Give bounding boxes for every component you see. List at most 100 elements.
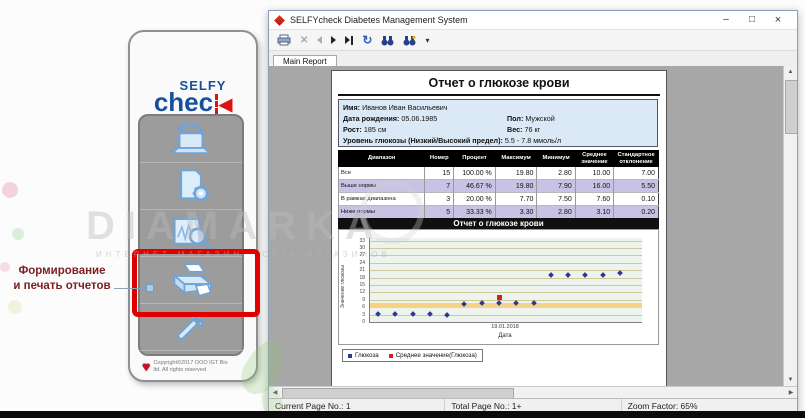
next-page-icon: [331, 36, 336, 44]
sidebar-button-import-data[interactable]: [140, 116, 242, 163]
gridline: [370, 285, 642, 286]
stat-value-cell: 16.00: [575, 180, 613, 193]
stat-value-cell: 2.80: [537, 206, 575, 219]
copyright-text: Copyright©2017 OOO IGT Bioltd. All right…: [153, 360, 227, 374]
cancel-button[interactable]: ✕: [300, 33, 308, 47]
legend-item-mean: Среднее значение(Глюкоза): [389, 352, 477, 359]
stat-value-cell: 0.20: [614, 206, 659, 219]
patient-dob: Дата рождения: 05.06.1985: [343, 114, 437, 123]
scroll-up-icon[interactable]: ▲: [784, 66, 797, 79]
zoom-dropdown[interactable]: ▾: [425, 33, 429, 47]
legend-item-glucose: Глюкоза: [348, 352, 379, 359]
data-point-glucose: [444, 312, 450, 318]
window-title: SELFYcheck Diabetes Management System: [290, 15, 713, 25]
chart-x-label: Дата: [369, 333, 641, 339]
stat-value-cell: 3.10: [575, 206, 613, 219]
tools-icon: [164, 308, 218, 346]
stat-value-cell: 2.80: [537, 167, 575, 180]
gridline: [370, 248, 642, 249]
close-button[interactable]: ×: [765, 14, 791, 26]
patient-info-box: Имя: Иванов Иван Васильевич Дата рождени…: [338, 99, 658, 147]
next-page-button[interactable]: [331, 33, 336, 47]
bottom-black-strip: [0, 411, 805, 418]
range-label-cell: В рамках диапазона: [339, 193, 425, 206]
column-header: Номер: [425, 151, 454, 167]
gridline: [370, 263, 642, 264]
logo-red-arrow-icon: ◀: [219, 95, 232, 114]
data-point-glucose: [375, 311, 381, 317]
title-bar: SELFYcheck Diabetes Management System – …: [269, 11, 797, 30]
patient-weight: Вес: 76 кг: [507, 125, 540, 134]
y-tick-label: 27: [359, 252, 365, 258]
y-tick-label: 30: [359, 245, 365, 251]
stat-value-cell: 33.33 %: [454, 206, 496, 219]
goto-page-button[interactable]: ↻: [362, 33, 372, 47]
table-header-row: ДиапазонНомерПроцентМаксимумМинимумСредн…: [339, 151, 659, 167]
patient-name: Имя: Иванов Иван Васильевич: [343, 103, 448, 112]
column-header: Среднее значение: [575, 151, 613, 167]
logo-check-text: chec◀: [154, 87, 232, 117]
print-button[interactable]: [277, 33, 291, 47]
sidebar-button-view-data[interactable]: [140, 210, 242, 257]
y-tick-label: 0: [362, 319, 365, 325]
column-header: Минимум: [537, 151, 575, 167]
chart-legend: Глюкоза Среднее значение(Глюкоза): [342, 349, 483, 362]
stat-value-cell: 19.80: [495, 180, 537, 193]
stat-value-cell: 10.00: [575, 167, 613, 180]
sidebar-button-report-settings[interactable]: [140, 163, 242, 210]
vertical-scroll-thumb[interactable]: [785, 80, 797, 134]
data-point-glucose: [617, 270, 623, 276]
y-tick-label: 24: [359, 260, 365, 266]
vertical-scrollbar[interactable]: ▲ ▼: [783, 66, 797, 387]
prev-page-icon: [317, 36, 322, 44]
stat-value-cell: 7: [425, 180, 454, 193]
last-page-icon: [345, 36, 350, 44]
copyright-block: ♥♥ Copyright©2017 OOO IGT Bioltd. All ri…: [142, 359, 228, 374]
callout-label: Формированиеи печать отчетов: [0, 264, 124, 294]
legend-swatch-glucose: [348, 354, 352, 358]
table-row: Выше нормы746.67 %19.807.9016.005.50: [339, 180, 659, 193]
y-tick-label: 6: [362, 304, 365, 310]
callout-connector-line: [114, 288, 148, 289]
stat-value-cell: 19.80: [495, 167, 537, 180]
data-point-glucose: [392, 311, 398, 317]
stat-value-cell: 100.00 %: [454, 167, 496, 180]
patient-height: Рост: 185 см: [343, 125, 386, 134]
report-page: Отчет о глюкозе крови Имя: Иванов Иван В…: [331, 70, 667, 387]
decor-dot: [12, 228, 24, 240]
y-tick-label: 3: [362, 312, 365, 318]
column-header: Диапазон: [339, 151, 425, 167]
decor-dot: [8, 300, 22, 314]
sidebar-button-print-reports[interactable]: [140, 257, 242, 304]
gridline: [370, 270, 642, 271]
data-point-mean: [497, 295, 502, 300]
patient-sex: Пол: Мужской: [507, 114, 555, 123]
report-settings-icon: [164, 167, 218, 205]
device-button-panel: [138, 114, 244, 356]
prev-page-button[interactable]: [317, 33, 322, 47]
last-page-button[interactable]: [345, 33, 353, 47]
glucose-chart: Значение глюкозы 03691215182124273033 19…: [338, 229, 659, 345]
table-row: Все15100.00 %19.802.8010.007.00: [339, 167, 659, 180]
decor-dot: [2, 182, 18, 198]
table-row: В рамках диапазона320.00 %7.707.507.600.…: [339, 193, 659, 206]
range-label-cell: Все: [339, 167, 425, 180]
app-window: SELFYcheck Diabetes Management System – …: [268, 10, 798, 414]
legend-swatch-mean: [389, 354, 393, 358]
data-point-glucose: [410, 311, 416, 317]
chart-y-axis: 03691215182124273033: [345, 238, 367, 322]
screenshot-root: { "watermark": { "text": "DIAMARKA", "su…: [0, 0, 805, 418]
callout-connector-dot: [146, 284, 154, 292]
report-viewer: Отчет о глюкозе крови Имя: Иванов Иван В…: [269, 66, 797, 387]
zoom-button[interactable]: [403, 33, 416, 47]
y-tick-label: 21: [359, 267, 365, 273]
maximize-button[interactable]: □: [739, 14, 765, 26]
stat-value-cell: 46.67 %: [454, 180, 496, 193]
search-button[interactable]: [381, 33, 394, 47]
app-icon: [274, 15, 285, 26]
chart-title-bar: Отчет о глюкозе крови: [338, 218, 659, 229]
sidebar-button-tools[interactable]: [140, 304, 242, 351]
stat-value-cell: 15: [425, 167, 454, 180]
window-controls: – □ ×: [713, 14, 791, 26]
minimize-button[interactable]: –: [713, 14, 739, 26]
